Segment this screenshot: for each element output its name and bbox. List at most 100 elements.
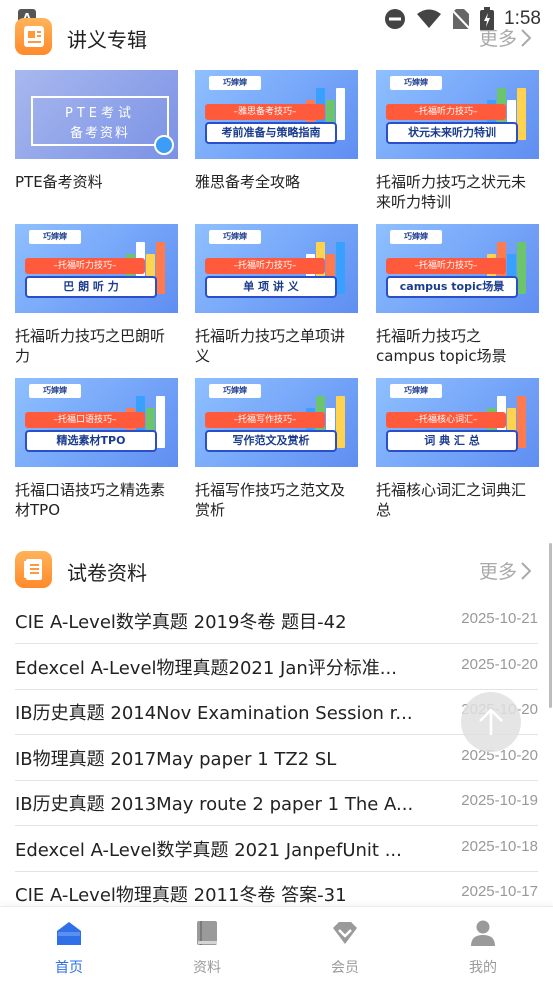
lecture-card-thumbnail: 巧婶婶 –雅思备考技巧– 考前准备与策略指南 xyxy=(195,70,358,159)
lecture-card[interactable]: 巧婶婶 –托福听力技巧– 状元未来听力特训托福听力技巧之状元未来听力特训 xyxy=(376,70,539,212)
lecture-card-caption: 托福听力技巧之巴朗听力 xyxy=(15,327,166,365)
lecture-card-caption: 托福听力技巧之单项讲义 xyxy=(195,327,346,365)
thumb-title-line1: PTE考试 xyxy=(65,106,135,121)
thumb-category-pill: –托福写作技巧– xyxy=(205,412,325,428)
lecture-card-thumbnail: 巧婶婶 –托福听力技巧– 巴 朗 听 力 xyxy=(15,224,178,313)
thumb-category-pill: –雅思备考技巧– xyxy=(205,104,325,120)
thumb-logo: 巧婶婶 xyxy=(29,384,81,398)
thumb-category-pill: –托福听力技巧– xyxy=(386,104,506,120)
lecture-card-caption: 托福口语技巧之精选素材TPO xyxy=(15,481,166,519)
arrow-up-icon xyxy=(479,708,503,735)
paper-title: IB物理真题 2017May paper 1 TZ2 SL xyxy=(15,749,337,770)
lecture-card[interactable]: 巧婶婶 –托福写作技巧– 写作范文及赏析 托福写作技巧之范文及赏析 xyxy=(195,378,358,520)
paper-title: CIE A-Level数学真题 2019冬卷 题目-42 xyxy=(15,612,347,633)
nav-item-materials[interactable]: 资料 xyxy=(138,907,276,983)
paper-title: Edexcel A-Level数学真题 2021 JanpefUnit ... xyxy=(15,840,402,861)
paper-list-item[interactable]: Edexcel A-Level物理真题2021 Jan评分标准... 2025-1… xyxy=(15,644,538,690)
lecture-section-title: 讲义专辑 xyxy=(67,28,147,52)
paper-list-item[interactable]: IB物理真题 2017May paper 1 TZ2 SL 2025-10-20 xyxy=(15,735,538,781)
nav-item-home[interactable]: 首页 xyxy=(0,907,138,983)
thumb-logo: 巧婶婶 xyxy=(390,230,442,244)
paper-date: 2025-10-21 xyxy=(461,610,538,627)
thumb-title-line2: 备考资料 xyxy=(69,126,130,141)
chevron-right-icon xyxy=(521,28,531,47)
paper-list-item[interactable]: IB历史真题 2013May route 2 paper 1 The A... 2… xyxy=(15,780,538,826)
lecture-card[interactable]: 巧婶婶 –托福核心词汇– 词 典 汇 总托福核心词汇之词典汇总 xyxy=(376,378,539,520)
thumb-topic-box: 状元未来听力特训 xyxy=(386,122,518,144)
paper-list-item[interactable]: CIE A-Level数学真题 2019冬卷 题目-42 2025-10-21 xyxy=(15,598,538,644)
thumb-category-pill: –托福核心词汇– xyxy=(386,412,506,428)
lecture-card-caption: 托福听力技巧之状元未来听力特训 xyxy=(376,173,527,211)
nav-label: 资料 xyxy=(193,960,221,976)
thumb-logo: 巧婶婶 xyxy=(209,76,261,90)
paper-title: IB历史真题 2013May route 2 paper 1 The A... xyxy=(15,794,414,815)
more-label: 更多 xyxy=(478,561,517,583)
lecture-card-caption: 托福写作技巧之范文及赏析 xyxy=(195,481,346,519)
lecture-section-header: 讲义专辑 更多 xyxy=(0,14,553,58)
paper-date: 2025-10-19 xyxy=(461,792,538,809)
thumb-topic-box: 巴 朗 听 力 xyxy=(25,276,157,298)
thumb-logo: 巧婶婶 xyxy=(209,384,261,398)
lecture-card-thumbnail: 巧婶婶 –托福核心词汇– 词 典 汇 总 xyxy=(376,378,539,467)
thumb-topic-box: 词 典 汇 总 xyxy=(386,430,518,452)
thumb-logo: 巧婶婶 xyxy=(209,230,261,244)
paper-title: Edexcel A-Level物理真题2021 Jan评分标准... xyxy=(15,658,397,679)
nav-label: 我的 xyxy=(469,960,497,976)
paper-date: 2025-10-17 xyxy=(461,883,538,900)
book-spine xyxy=(517,242,526,294)
nav-item-mine[interactable]: 我的 xyxy=(414,907,552,983)
thumb-category-pill: –托福口语技巧– xyxy=(25,412,145,428)
person-icon xyxy=(471,920,495,946)
bottom-navigation: 首页 资料 会员 我的 xyxy=(0,906,553,983)
lecture-card-caption: 托福核心词汇之词典汇总 xyxy=(376,481,527,519)
book-spine xyxy=(517,88,526,140)
nav-label: 会员 xyxy=(331,960,359,976)
lecture-card-thumbnail: 巧婶婶 –托福写作技巧– 写作范文及赏析 xyxy=(195,378,358,467)
lecture-more-link[interactable]: 更多 xyxy=(479,24,531,51)
back-to-top-button[interactable] xyxy=(461,692,521,752)
lecture-card-thumbnail: 巧婶婶 –托福听力技巧– campus topic场景 xyxy=(376,224,539,313)
paper-date: 2025-10-18 xyxy=(461,838,538,855)
lecture-card-thumbnail: 巧婶婶 –托福口语技巧– 精选素材TPO xyxy=(15,378,178,467)
lecture-card[interactable]: 巧婶婶 –托福口语技巧– 精选素材TPO 托福口语技巧之精选素材TPO xyxy=(15,378,178,520)
thumb-category-pill: –托福听力技巧– xyxy=(386,258,506,274)
nav-label: 首页 xyxy=(55,960,83,976)
paper-list-item[interactable]: IB历史真题 2014Nov Examination Session r...2… xyxy=(15,689,538,735)
lecture-card[interactable]: PTE考试备考资料 PTE备考资料 xyxy=(15,70,178,192)
lecture-section-icon xyxy=(15,18,52,55)
lecture-card[interactable]: 巧婶婶 –托福听力技巧– 巴 朗 听 力托福听力技巧之巴朗听力 xyxy=(15,224,178,366)
lecture-card[interactable]: 巧婶婶 –托福听力技巧– campus topic场景 托福听力技巧之campus t… xyxy=(376,224,539,366)
papers-more-link[interactable]: 更多 xyxy=(479,557,531,584)
book-spine xyxy=(517,396,526,448)
paper-date: 2025-10-20 xyxy=(461,656,538,673)
lecture-card-thumbnail: 巧婶婶 –托福听力技巧– 单 项 讲 义 xyxy=(195,224,358,313)
chevron-right-icon xyxy=(521,561,531,580)
thumb-logo: 巧婶婶 xyxy=(390,76,442,90)
book-spine xyxy=(336,396,345,448)
thumb-topic-box: campus topic场景 xyxy=(386,276,518,298)
lecture-card-caption: PTE备考资料 xyxy=(15,173,103,191)
thumb-category-pill: –托福听力技巧– xyxy=(205,258,325,274)
paper-list-item[interactable]: Edexcel A-Level数学真题 2021 JanpefUnit ... 2… xyxy=(15,826,538,872)
more-label: 更多 xyxy=(478,28,517,50)
book-spine xyxy=(336,88,345,140)
book-spine xyxy=(156,242,165,294)
book-spine xyxy=(336,242,345,294)
thumb-logo: 巧婶婶 xyxy=(390,384,442,398)
pte-badge-icon xyxy=(154,135,174,155)
lecture-card-thumbnail: PTE考试备考资料 xyxy=(15,70,178,159)
home-icon xyxy=(57,922,81,945)
nav-item-membership[interactable]: 会员 xyxy=(276,907,414,983)
lecture-card-thumbnail: 巧婶婶 –托福听力技巧– 状元未来听力特训 xyxy=(376,70,539,159)
thumb-topic-box: 单 项 讲 义 xyxy=(205,276,337,298)
lecture-card[interactable]: 巧婶婶 –雅思备考技巧– 考前准备与策略指南 雅思备考全攻略 xyxy=(195,70,358,192)
thumb-topic-box: 考前准备与策略指南 xyxy=(205,122,337,144)
thumb-topic-box: 精选素材TPO xyxy=(25,430,157,452)
thumb-logo: 巧婶婶 xyxy=(29,230,81,244)
diamond-icon xyxy=(333,922,357,944)
papers-section-icon xyxy=(15,551,52,588)
lecture-card[interactable]: 巧婶婶 –托福听力技巧– 单 项 讲 义托福听力技巧之单项讲义 xyxy=(195,224,358,366)
book-spine xyxy=(156,396,165,448)
paper-title: IB历史真题 2014Nov Examination Session r... xyxy=(15,703,413,724)
papers-section-title: 试卷资料 xyxy=(67,561,147,585)
